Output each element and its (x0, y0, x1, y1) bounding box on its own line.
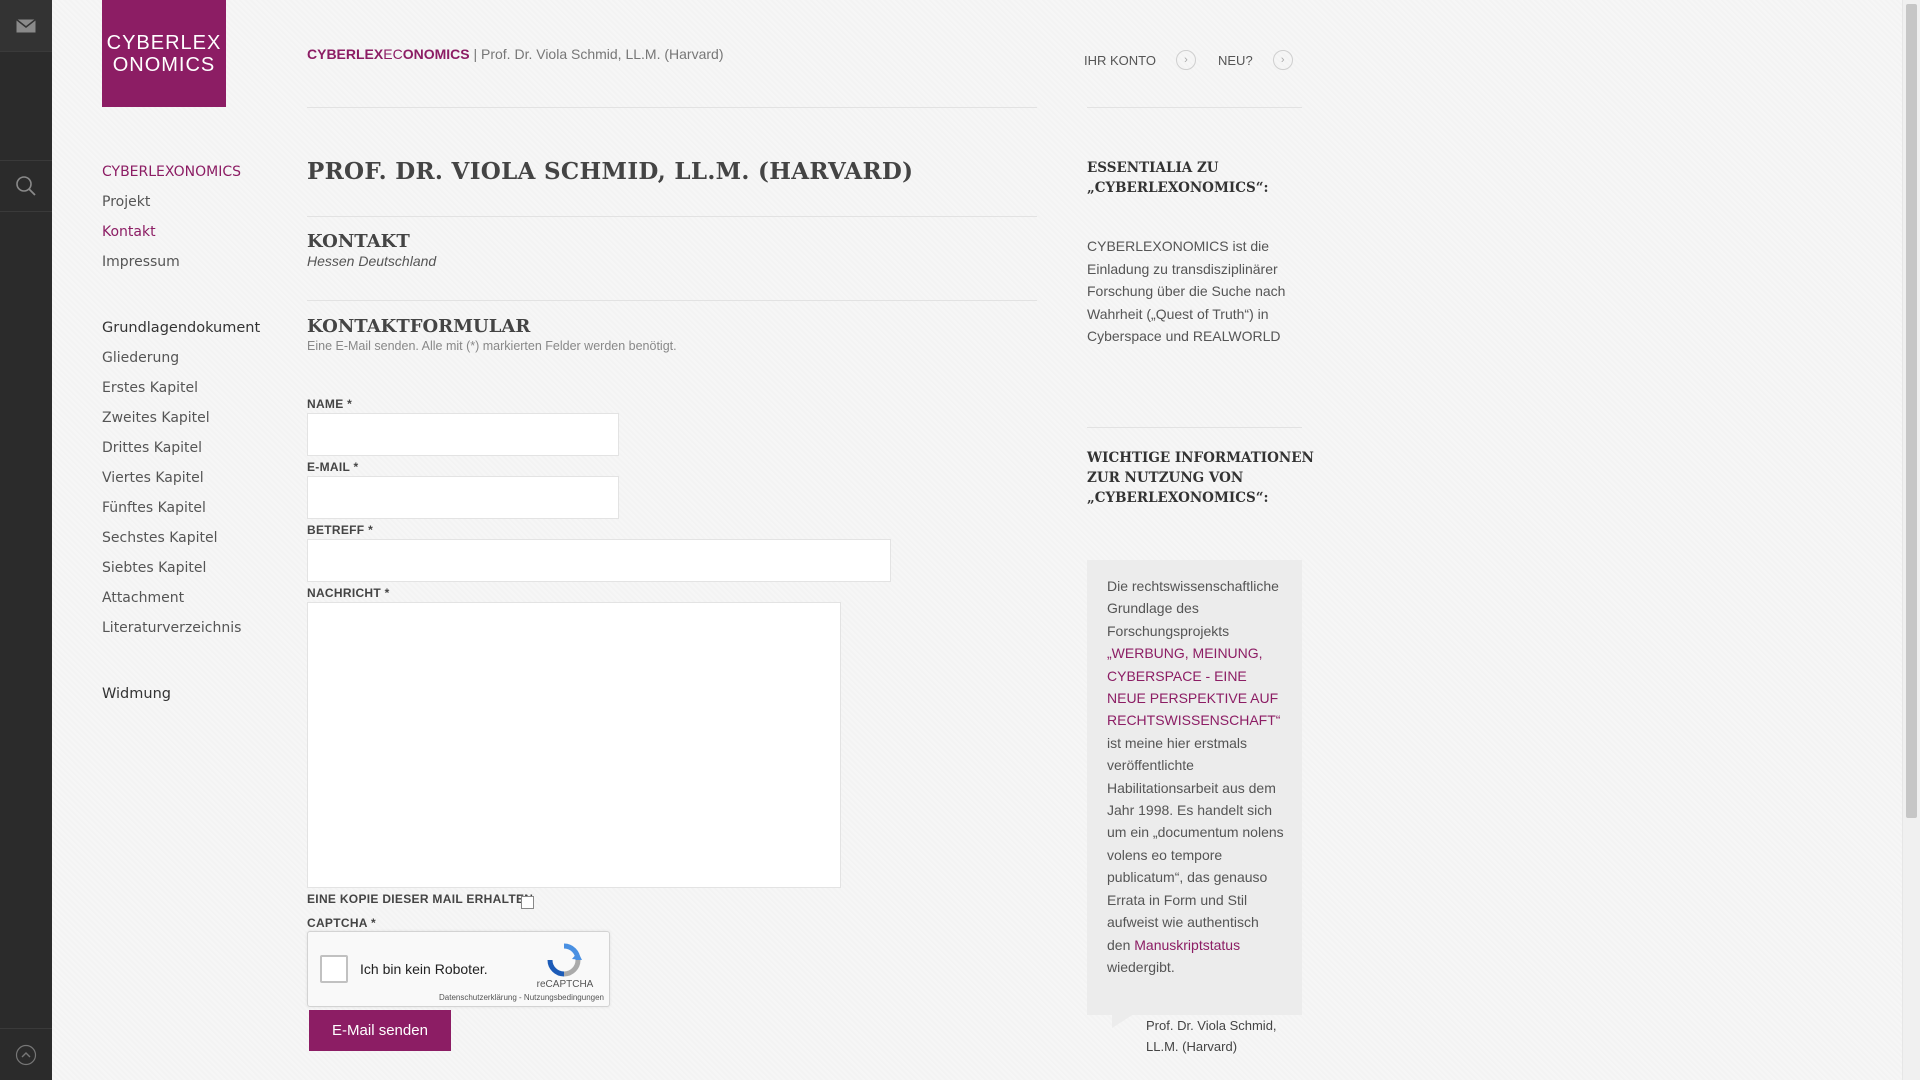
essentialia-text: CYBERLEXONOMICS ist die Einladung zu tra… (1087, 238, 1286, 344)
name-field-wrap (307, 413, 619, 456)
quote-tail (1112, 1014, 1134, 1028)
divider (307, 300, 1037, 301)
scrollbar-thumb[interactable] (1906, 4, 1917, 818)
copy-checkbox[interactable] (521, 896, 534, 909)
divider (1087, 427, 1302, 428)
essentialia-heading-line1: ESSENTIALIA ZU (1087, 160, 1219, 176)
info-heading: WICHTIGE INFORMATIONEN ZUR NUTZUNG VON „… (1087, 448, 1314, 508)
nav-item-kontakt[interactable]: Kontakt (102, 222, 282, 252)
nav-item-kapitel-5[interactable]: Fünftes Kapitel (102, 498, 282, 528)
subject-field-wrap (307, 539, 891, 582)
scroll-top-button[interactable] (0, 1028, 52, 1080)
essentialia-heading-line2: „CYBERLEXONOMICS“: (1087, 180, 1269, 196)
recaptcha-brand: reCAPTCHA (536, 979, 594, 990)
arrow-up-circle-icon (15, 1044, 37, 1065)
nav-item-kapitel-2[interactable]: Zweites Kapitel (102, 408, 282, 438)
logo-line2: ONOMICS (112, 53, 216, 76)
new-label: NEU? (1218, 52, 1253, 68)
email-field-wrap (307, 476, 619, 519)
nav-item-attachment[interactable]: Attachment (102, 588, 282, 618)
copy-label: EINE KOPIE DIESER MAIL ERHALTEN (307, 892, 534, 906)
nav-item-kapitel-1[interactable]: Erstes Kapitel (102, 378, 282, 408)
recaptcha-widget: Ich bin kein Roboter. reCAPTCHA Datensch… (307, 931, 610, 1007)
captcha-label: CAPTCHA * (307, 916, 376, 930)
form-heading: KONTAKTFORMULAR (307, 316, 531, 337)
message-field-wrap (307, 602, 841, 888)
quote-link-manuscript[interactable]: Manuskriptstatus (1134, 937, 1240, 953)
quote-link-project[interactable]: „WERBUNG, MEINUNG, CYBERSPACE - EINE NEU… (1107, 645, 1280, 728)
chevron-right-icon: › (1272, 50, 1293, 70)
nav-item-kapitel-3[interactable]: Drittes Kapitel (102, 438, 282, 468)
recaptcha-links[interactable]: Datenschutzerklärung - Nutzungsbedingung… (432, 993, 604, 1002)
nav-item-literaturverzeichnis[interactable]: Literaturverzeichnis (102, 618, 282, 648)
nav-item-impressum[interactable]: Impressum (102, 252, 282, 282)
form-note: Eine E-Mail senden. Alle mit (*) markier… (307, 339, 677, 353)
search-button[interactable] (0, 160, 52, 212)
nav-item-kapitel-4[interactable]: Viertes Kapitel (102, 468, 282, 498)
crumb-brand-2[interactable]: EC (383, 46, 402, 62)
email-field[interactable] (308, 477, 618, 518)
send-email-button[interactable]: E-Mail senden (309, 1010, 451, 1051)
name-field[interactable] (308, 414, 618, 455)
nav-item-gliederung[interactable]: Gliederung (102, 348, 282, 378)
subject-label: BETREFF * (307, 523, 374, 537)
page-title: PROF. DR. VIOLA SCHMID, LL.M. (HARVARD) (307, 158, 914, 185)
mail-icon (16, 18, 36, 32)
new-account-link[interactable]: NEU? › (1218, 50, 1293, 70)
quote-box: Die rechtswissenschaftliche Grundlage de… (1087, 560, 1302, 1015)
nav-item-cyberlexonomics[interactable]: CYBERLEXONOMICS (102, 162, 282, 192)
divider (1087, 107, 1302, 108)
contact-heading: KONTAKT (307, 231, 410, 252)
left-rail (0, 0, 52, 1080)
email-label: E-MAIL * (307, 460, 359, 474)
quote-text-1: Die rechtswissenschaftliche Grundlage de… (1107, 578, 1279, 639)
name-label: NAME * (307, 397, 353, 411)
page-scrollbar[interactable] (1902, 0, 1920, 1080)
info-heading-line3: „CYBERLEXONOMICS“: (1087, 490, 1269, 506)
site-logo[interactable]: CYBERLEX ONOMICS (102, 0, 226, 107)
nav-item-widmung[interactable]: Widmung (102, 684, 282, 714)
breadcrumb: CYBERLEXECONOMICS | Prof. Dr. Viola Schm… (307, 46, 723, 62)
nav-group-title[interactable]: Grundlagendokument (102, 318, 282, 348)
contact-location: Hessen Deutschland (307, 253, 437, 269)
subject-field[interactable] (308, 540, 890, 581)
essentialia-heading: ESSENTIALIA ZU „CYBERLEXONOMICS“: (1087, 158, 1268, 198)
quote-text-3: wiedergibt. (1107, 958, 1175, 975)
message-label: NACHRICHT * (307, 586, 390, 600)
message-field[interactable] (308, 603, 840, 887)
info-heading-line1: WICHTIGE INFORMATIONEN (1087, 450, 1314, 466)
recaptcha-logo-icon (547, 943, 582, 977)
left-navigation: CYBERLEXONOMICS Projekt Kontakt Impressu… (102, 162, 282, 714)
recaptcha-checkbox[interactable] (320, 955, 348, 983)
quote-text-2: ist meine hier erstmals veröffentlichte … (1107, 734, 1284, 953)
account-label: IHR KONTO (1084, 52, 1156, 68)
divider (307, 107, 1037, 108)
chevron-right-icon: › (1176, 50, 1196, 70)
crumb-separator: | (469, 46, 481, 62)
crumb-brand-1[interactable]: CYBERLEX (307, 46, 383, 62)
divider (307, 216, 1037, 217)
nav-item-kapitel-6[interactable]: Sechstes Kapitel (102, 528, 282, 558)
nav-item-projekt[interactable]: Projekt (102, 192, 282, 222)
quote-author: Prof. Dr. Viola Schmid, LL.M. (Harvard) (1146, 1018, 1277, 1054)
search-icon (16, 176, 36, 196)
crumb-brand-3[interactable]: ONOMICS (403, 46, 470, 62)
recaptcha-text: Ich bin kein Roboter. (360, 961, 488, 977)
crumb-person: Prof. Dr. Viola Schmid, LL.M. (Harvard) (481, 46, 724, 62)
mail-button[interactable] (0, 0, 52, 52)
account-link[interactable]: IHR KONTO › (1084, 50, 1196, 70)
info-heading-line2: ZUR NUTZUNG VON (1087, 470, 1244, 486)
logo-line1: CYBERLEX (106, 31, 222, 54)
nav-item-kapitel-7[interactable]: Siebtes Kapitel (102, 558, 282, 588)
